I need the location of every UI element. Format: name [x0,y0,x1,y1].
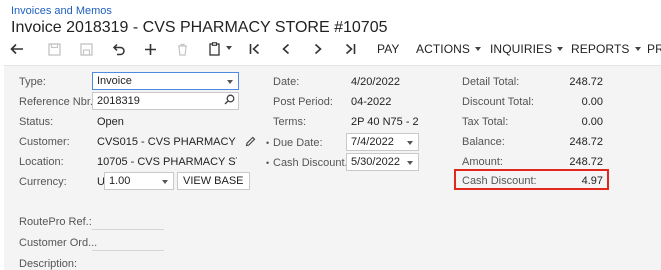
due-date-label: Due Date: [273,137,323,149]
discount-total-label: Discount Total: [462,96,534,108]
first-record-icon[interactable] [246,40,262,58]
chevron-down-icon [634,46,641,51]
chevron-down-icon [475,46,482,51]
chevron-down-icon [407,161,413,165]
edit-pencil-icon[interactable] [243,134,257,148]
type-select[interactable]: Invoice [92,72,239,90]
reports-menu[interactable]: REPORTS [571,42,641,56]
view-base-button[interactable]: VIEW BASE [177,172,250,190]
amount-value: 248.72 [569,156,603,168]
currency-rate-select[interactable]: 1.00 [104,172,174,190]
due-date-picker[interactable]: 7/4/2022 [346,133,419,151]
undo-icon[interactable] [109,40,127,58]
date-label: Date: [273,76,300,88]
post-period-label: Post Period: [273,96,333,108]
chevron-down-icon [407,141,413,145]
terms-label: Terms: [273,116,306,128]
customer-field[interactable]: CVS015 - CVS PHARMACY STC [97,136,237,148]
delete-icon[interactable] [173,40,191,58]
balance-value: 248.72 [569,136,603,148]
description-label: Description: [19,258,78,270]
actions-menu[interactable]: ACTIONS [416,42,482,56]
detail-total-value: 248.72 [569,76,603,88]
currency-rate-value: 1.00 [109,175,131,187]
chevron-down-icon [225,46,232,50]
page-title: Invoice 2018319 - CVS PHARMACY STORE #10… [11,19,388,36]
location-label: Location: [19,156,64,168]
post-period-field[interactable]: 04-2022 [351,96,391,108]
cash-discount-label: Cash Discount: [462,175,537,187]
discount-total-value: 0.00 [581,96,603,108]
due-date-value: 7/4/2022 [351,136,394,148]
actions-label: ACTIONS [416,42,471,56]
routepro-ref-field[interactable] [92,229,164,230]
required-dot-icon: • [266,138,270,148]
copy-paste-icon[interactable] [206,40,234,58]
chevron-down-icon [227,80,233,84]
status-label: Status: [19,116,54,128]
status-value: Open [97,116,124,128]
customer-order-field[interactable] [92,250,164,251]
inquiries-menu[interactable]: INQUIRIES [490,42,564,56]
more-menu[interactable]: PR [647,42,661,56]
cash-discount-date-picker[interactable]: 5/30/2022 [346,153,419,171]
back-arrow-icon[interactable] [8,40,26,58]
detail-total-label: Detail Total: [462,76,520,88]
cash-discount-value: 4.97 [581,175,603,187]
breadcrumb[interactable]: Invoices and Memos [11,5,112,17]
toolbar: PAY ACTIONS INQUIRIES REPORTS PR [0,38,661,60]
tax-total-value: 0.00 [581,116,603,128]
previous-record-icon[interactable] [278,40,294,58]
next-record-icon[interactable] [310,40,326,58]
add-icon[interactable] [141,40,159,58]
invoice-screen: Invoices and Memos Invoice 2018319 - CVS… [0,0,661,270]
currency-label: Currency: [19,176,67,188]
pay-button[interactable]: PAY [377,42,400,56]
inquiries-label: INQUIRIES [490,42,553,56]
cash-discount-date-label: Cash Discount... [273,157,354,169]
type-value: Invoice [97,75,132,87]
save-icon[interactable] [77,40,95,58]
save-and-close-icon[interactable] [45,40,63,58]
reference-nbr-selector[interactable]: 2018319 [92,92,239,110]
reference-nbr-label: Reference Nbr.: [19,96,97,108]
required-dot-icon: • [266,158,270,168]
chevron-down-icon [557,46,564,51]
chevron-down-icon [162,180,168,184]
last-record-icon[interactable] [342,40,358,58]
date-field[interactable]: 4/20/2022 [351,76,400,88]
balance-label: Balance: [462,136,505,148]
customer-order-label: Customer Ord... [19,237,98,249]
type-label: Type: [19,76,46,88]
tax-total-label: Tax Total: [462,116,509,128]
reports-label: REPORTS [571,42,630,56]
customer-label: Customer: [19,136,70,148]
terms-field[interactable]: 2P 40 N75 - 2% [351,116,419,128]
amount-label: Amount: [462,156,503,168]
cash-discount-date-value: 5/30/2022 [351,156,400,168]
reference-nbr-value: 2018319 [97,95,140,107]
routepro-ref-label: RoutePro Ref.: [19,216,92,228]
search-icon[interactable] [224,94,235,108]
location-field[interactable]: 10705 - CVS PHARMACY STOR [97,156,237,168]
